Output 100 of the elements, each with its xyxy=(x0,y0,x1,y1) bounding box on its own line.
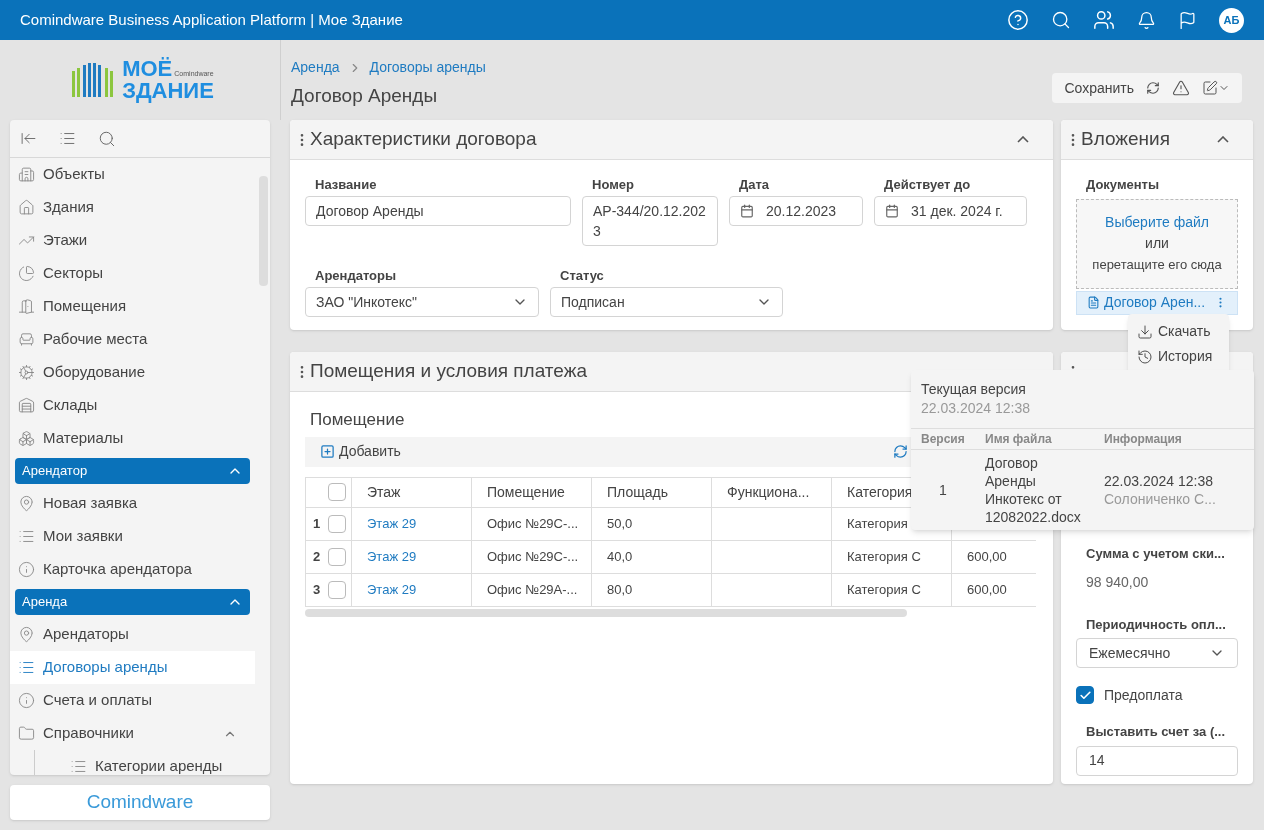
sidebar-item[interactable]: Карточка арендатора xyxy=(10,553,255,586)
document-icon xyxy=(1087,296,1100,309)
boxes-icon xyxy=(18,430,35,447)
refresh-icon[interactable] xyxy=(893,444,908,459)
dropdown-field[interactable]: Ежемесячно xyxy=(1076,638,1238,668)
column-header[interactable]: Функциона... xyxy=(712,477,832,507)
sidebar-item[interactable]: Помещения xyxy=(10,290,255,323)
table-cell-text: 80,0 xyxy=(607,580,633,599)
column-header[interactable]: Площадь xyxy=(592,477,712,507)
author-name: Солониченко С... xyxy=(1104,490,1217,508)
sidebar-item[interactable]: Объекты xyxy=(10,158,255,191)
number-field[interactable]: 14 xyxy=(1076,745,1238,776)
sidebar-item[interactable]: Договоры аренды xyxy=(10,651,255,684)
field-label: Действует до xyxy=(883,176,972,193)
sidebar-item[interactable]: Оборудование xyxy=(10,356,255,389)
row-number: 1 xyxy=(313,514,321,533)
section-header[interactable]: Аренда xyxy=(15,589,250,615)
sidebar-item[interactable]: Категории аренды xyxy=(62,750,223,775)
refresh-icon[interactable] xyxy=(1146,81,1160,95)
dropdown-field[interactable]: ЗАО "Инкотекс" xyxy=(305,287,539,317)
text-field[interactable]: Договор Аренды xyxy=(305,196,571,226)
panel-title: Помещения и условия платежа xyxy=(310,360,587,382)
breadcrumb-link[interactable]: Договоры аренды xyxy=(369,57,486,78)
column-header: Имя файла xyxy=(984,431,1053,448)
field-value: 98 940,00 xyxy=(1085,572,1150,592)
collapse-icon[interactable] xyxy=(20,130,37,147)
sidebar-item[interactable]: Счета и оплаты xyxy=(10,684,255,717)
row-checkbox[interactable] xyxy=(328,547,346,566)
page-title: Договор Аренды xyxy=(291,84,439,108)
download-icon xyxy=(1137,323,1153,340)
sidebar-item[interactable]: Арендаторы xyxy=(10,618,255,651)
sidebar-item[interactable]: Здания xyxy=(10,191,255,224)
section-title: Помещение xyxy=(310,410,405,429)
sidebar-item[interactable]: Склады xyxy=(10,389,255,422)
folder-icon xyxy=(18,725,35,742)
floor-link[interactable]: Этаж 29 xyxy=(367,546,417,567)
sidebar-item[interactable]: Новая заявка xyxy=(10,487,255,520)
list-icon xyxy=(70,758,87,775)
field-label: Документы xyxy=(1085,176,1161,194)
house-icon xyxy=(18,199,35,216)
calendar-icon xyxy=(740,204,754,218)
warning-icon[interactable] xyxy=(1172,79,1190,97)
footer-logo: Comindware xyxy=(86,790,194,815)
table-cell-text: 600,00 xyxy=(967,580,1007,599)
field-label: Периодичность опл... xyxy=(1085,615,1227,634)
field-label: Сумма с учетом ски... xyxy=(1085,545,1226,563)
sidebar-item[interactable]: Материалы xyxy=(10,422,255,455)
add-button[interactable]: Добавить xyxy=(320,441,401,462)
field-label: Название xyxy=(314,176,378,193)
field-label: Дата xyxy=(738,176,771,193)
table-cell-text: Категория xyxy=(847,514,908,533)
file-chip[interactable]: Договор Арен... xyxy=(1076,290,1238,315)
column-header[interactable]: Помещение xyxy=(472,477,592,507)
breadcrumb-link[interactable]: Аренда xyxy=(291,57,340,78)
field-label: Номер xyxy=(591,176,635,193)
user-avatar[interactable]: АБ xyxy=(1219,7,1244,33)
collapse-button[interactable] xyxy=(1017,136,1029,143)
date-field[interactable]: 20.12.2023 xyxy=(729,196,863,226)
text-field[interactable]: АР-344/20.12.2023 xyxy=(582,196,718,246)
table-cell: 1 xyxy=(939,482,947,498)
list-icon[interactable] xyxy=(59,130,76,147)
sidebar-item[interactable]: Секторы xyxy=(10,257,255,290)
menu-item[interactable]: История xyxy=(1137,346,1220,367)
drop-zone[interactable]: Выберите файл или перетащите его сюда xyxy=(1076,198,1238,289)
flag-icon[interactable] xyxy=(1178,10,1197,30)
users-icon[interactable] xyxy=(1093,9,1115,31)
drop-hint: или xyxy=(1145,234,1169,253)
dropdown-field[interactable]: Подписан xyxy=(550,287,783,317)
info-icon xyxy=(18,561,35,578)
menu-item[interactable]: Скачать xyxy=(1137,321,1220,342)
floor-link[interactable]: Этаж 29 xyxy=(367,513,417,534)
choose-file-link[interactable]: Выберите файл xyxy=(1105,212,1209,233)
sidebar-item[interactable]: Мои заявки xyxy=(10,520,255,553)
row-checkbox[interactable] xyxy=(328,580,346,599)
section-header[interactable]: Арендатор xyxy=(15,458,250,484)
edit-menu-button[interactable] xyxy=(1202,80,1230,96)
date-field[interactable]: 31 дек. 2024 г. xyxy=(874,196,1027,226)
checkbox[interactable] xyxy=(1076,686,1094,704)
scrollbar[interactable] xyxy=(305,608,907,617)
plus-icon xyxy=(320,444,335,459)
search-icon[interactable] xyxy=(1051,10,1071,30)
column-header[interactable]: Этаж xyxy=(352,477,472,507)
table-cell-text: Категория C xyxy=(847,580,921,599)
table-cell-text: 22.03.2024 12:38 xyxy=(1104,472,1214,490)
field-label: Арендаторы xyxy=(314,267,398,284)
floor-link[interactable]: Этаж 29 xyxy=(367,579,417,600)
search-icon[interactable] xyxy=(98,129,116,148)
sidebar-item[interactable]: Этажи xyxy=(10,224,255,257)
buildings-icon xyxy=(18,166,35,183)
sidebar-item[interactable]: Рабочие места xyxy=(10,323,255,356)
help-icon[interactable] xyxy=(1007,9,1029,31)
bell-icon[interactable] xyxy=(1137,10,1156,30)
collapse-button[interactable] xyxy=(1217,136,1229,143)
edit-icon xyxy=(1202,80,1218,96)
app-title: Comindware Business Application Platform | Мое Здание xyxy=(20,9,404,30)
sidebar-item[interactable]: Справочники xyxy=(10,717,255,750)
table-cell-text: Офис №29С-... xyxy=(487,514,579,533)
table-cell-text: 600,00 xyxy=(967,547,1007,566)
row-checkbox[interactable] xyxy=(328,514,346,533)
select-all-checkbox[interactable] xyxy=(328,483,346,501)
